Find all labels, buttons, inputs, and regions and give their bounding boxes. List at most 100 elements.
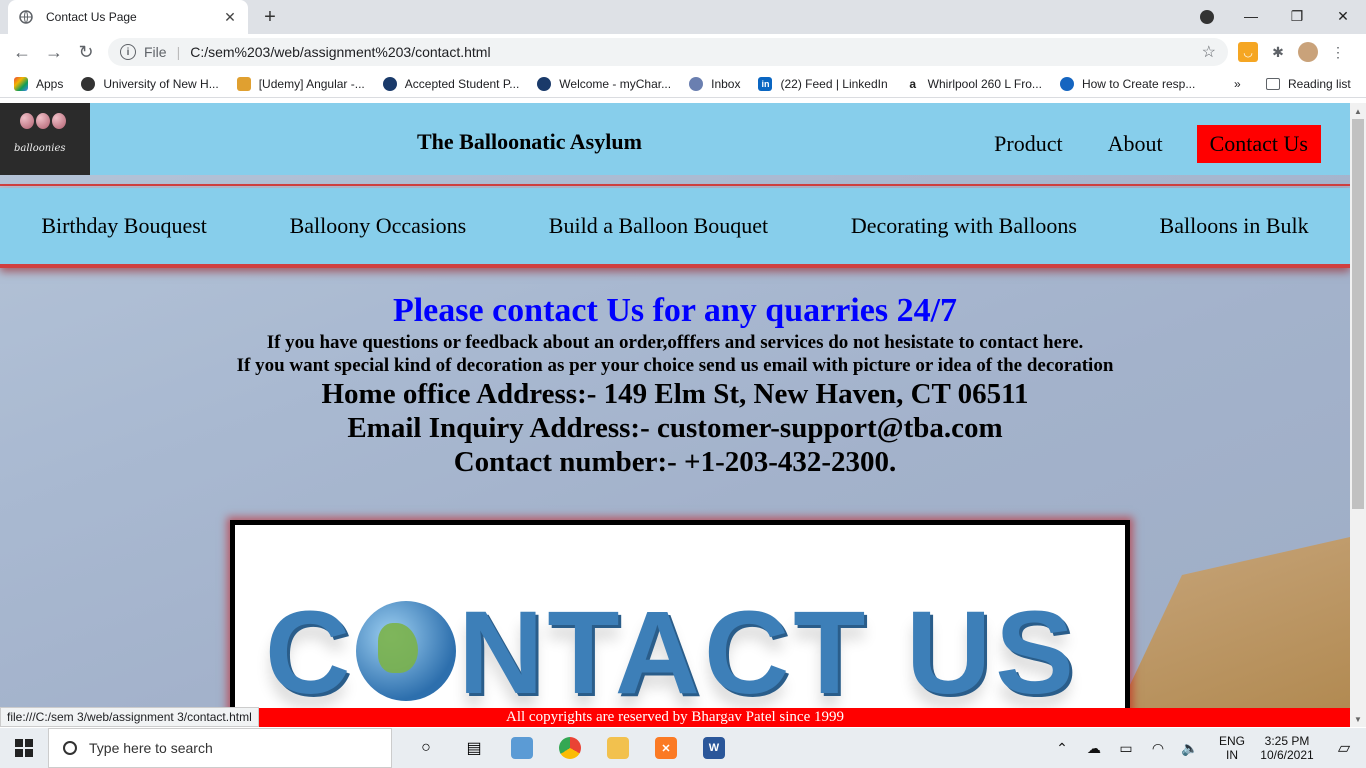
contact-art-rest: NTACT US: [458, 587, 1078, 719]
reading-list-icon: [1266, 78, 1280, 90]
menu-kebab-icon[interactable]: ⋮: [1328, 42, 1348, 62]
category-link-occasions[interactable]: Balloony Occasions: [290, 213, 467, 239]
tab-title: Contact Us Page: [46, 10, 137, 24]
reload-icon[interactable]: ↻: [70, 36, 102, 68]
address-bar[interactable]: i File | C:/sem%203/web/assignment%203/c…: [108, 38, 1228, 66]
chrome-icon[interactable]: [546, 728, 594, 768]
logo-text: balloonies: [14, 143, 66, 154]
minimize-button[interactable]: —: [1228, 0, 1274, 32]
xampp-icon[interactable]: ✕: [642, 728, 690, 768]
windows-logo-icon: [15, 739, 33, 757]
site-title: The Balloonatic Asylum: [417, 129, 642, 154]
nav-link-contact-us[interactable]: Contact Us: [1196, 125, 1321, 163]
clock-time: 3:25 PM: [1264, 734, 1310, 748]
top-nav: Product About Contact Us: [949, 125, 1321, 163]
url-scheme: File: [144, 44, 167, 60]
taskbar-search-box[interactable]: Type here to search: [48, 728, 392, 768]
bookmark-item[interactable]: Accepted Student P...: [382, 76, 520, 91]
maximize-button[interactable]: ❐: [1274, 0, 1320, 32]
bookmark-label: Inbox: [711, 76, 741, 91]
language-indicator[interactable]: ENG IN: [1212, 734, 1252, 762]
bookmark-label: Accepted Student P...: [404, 76, 520, 91]
bookmark-item[interactable]: Apps: [14, 76, 63, 91]
apps-grid-icon: [14, 76, 28, 91]
accepted-student-icon: [382, 76, 397, 91]
reading-list-button[interactable]: Reading list: [1266, 70, 1351, 98]
new-tab-button[interactable]: +: [258, 5, 282, 29]
file-explorer-icon[interactable]: [594, 728, 642, 768]
how-to-icon: [1059, 76, 1074, 91]
volume-icon[interactable]: 🔈: [1174, 740, 1206, 757]
cortana-icon[interactable]: ○: [402, 728, 450, 768]
search-icon: [63, 741, 77, 755]
shopping-extension-icon[interactable]: ◡: [1238, 42, 1258, 62]
bookmark-item[interactable]: University of New H...: [81, 76, 219, 91]
bookmark-label: How to Create resp...: [1081, 76, 1196, 91]
wifi-icon[interactable]: ◠: [1142, 740, 1174, 757]
extension-icons: ◡ ✱ ⋮: [1238, 42, 1348, 62]
word-icon[interactable]: W: [690, 728, 738, 768]
scroll-down-arrow-icon[interactable]: ▼: [1350, 711, 1366, 727]
email-text: Email Inquiry Address:- customer-support…: [347, 412, 1003, 444]
taskbar-clock[interactable]: 3:25 PM 10/6/2021: [1252, 734, 1322, 762]
close-window-button[interactable]: ✕: [1320, 0, 1366, 32]
chevron-up-icon[interactable]: ⌃: [1046, 740, 1078, 757]
nav-link-about[interactable]: About: [1108, 131, 1163, 157]
page-viewport: balloonies The Balloonatic Asylum Produc…: [0, 103, 1350, 727]
bookmark-item[interactable]: How to Create resp...: [1059, 76, 1196, 91]
bookmark-label: University of New H...: [103, 76, 219, 91]
linkedin-icon: in: [758, 76, 773, 91]
balloons-icon: [20, 113, 66, 129]
udemy-icon: [236, 76, 251, 91]
category-nav: Birthday Bouquest Balloony Occasions Bui…: [0, 188, 1350, 268]
start-button[interactable]: [0, 728, 48, 768]
globe-icon: [356, 601, 457, 701]
background-desk: [1110, 537, 1350, 727]
category-link-birthday[interactable]: Birthday Bouquest: [41, 213, 207, 239]
category-link-bulk[interactable]: Balloons in Bulk: [1160, 213, 1309, 239]
profile-avatar-icon[interactable]: [1298, 42, 1318, 62]
amazon-icon: a: [905, 76, 920, 91]
bookmark-item[interactable]: Inbox: [689, 76, 741, 91]
scroll-up-arrow-icon[interactable]: ▲: [1350, 103, 1366, 119]
nav-link-product[interactable]: Product: [994, 131, 1062, 157]
forward-arrow-icon[interactable]: →: [38, 36, 70, 68]
bookmark-star-icon[interactable]: ☆: [1202, 42, 1216, 62]
site-logo[interactable]: balloonies: [0, 103, 90, 175]
reading-list-label: Reading list: [1288, 77, 1351, 91]
more-bookmarks-button[interactable]: »: [1234, 70, 1241, 98]
url-separator: |: [176, 44, 181, 60]
bookmark-item[interactable]: [Udemy] Angular -...: [236, 76, 365, 91]
profile-menu-icon[interactable]: [1200, 10, 1214, 24]
link-status-bubble: file:///C:/sem 3/web/assignment 3/contac…: [0, 707, 259, 727]
back-arrow-icon[interactable]: ←: [6, 36, 38, 68]
address-text: Home office Address:- 149 Elm St, New Ha…: [321, 378, 1029, 410]
site-header: balloonies The Balloonatic Asylum Produc…: [0, 103, 1350, 175]
university-icon: [81, 76, 96, 91]
browser-tabbar: Contact Us Page ✕ + — ❐ ✕: [0, 0, 1366, 34]
category-link-decorating[interactable]: Decorating with Balloons: [851, 213, 1077, 239]
scrollbar-thumb[interactable]: [1352, 119, 1364, 509]
browser-tab[interactable]: Contact Us Page ✕: [8, 0, 248, 34]
notifications-icon[interactable]: ▱: [1322, 738, 1366, 758]
puzzle-extensions-icon[interactable]: ✱: [1268, 42, 1288, 62]
bookmark-item[interactable]: Welcome - myChar...: [537, 76, 672, 91]
region-code: IN: [1226, 748, 1238, 762]
onedrive-icon[interactable]: ☁: [1078, 740, 1110, 757]
battery-icon[interactable]: ▭: [1110, 740, 1142, 757]
tab-close-icon[interactable]: ✕: [222, 9, 238, 26]
clock-date: 10/6/2021: [1260, 748, 1314, 762]
page-scrollbar[interactable]: ▲ ▼: [1350, 103, 1366, 727]
window-controls: — ❐ ✕: [1228, 0, 1366, 34]
windows-taskbar: Type here to search ○ ▤ ✕ W ⌃ ☁ ▭ ◠ 🔈 EN…: [0, 728, 1366, 768]
site-info-icon[interactable]: i: [120, 44, 136, 60]
task-view-icon[interactable]: ▤: [450, 728, 498, 768]
bookmark-item[interactable]: in (22) Feed | LinkedIn: [758, 76, 888, 91]
contact-art-c: C: [265, 587, 355, 719]
bookmark-label: Welcome - myChar...: [559, 76, 672, 91]
desktop-app-icon[interactable]: [498, 728, 546, 768]
bookmark-label: (22) Feed | LinkedIn: [780, 76, 888, 91]
contact-us-image: C NTACT US: [230, 520, 1130, 727]
bookmark-item[interactable]: a Whirlpool 260 L Fro...: [905, 76, 1042, 91]
category-link-build-bouquet[interactable]: Build a Balloon Bouquet: [549, 213, 768, 239]
